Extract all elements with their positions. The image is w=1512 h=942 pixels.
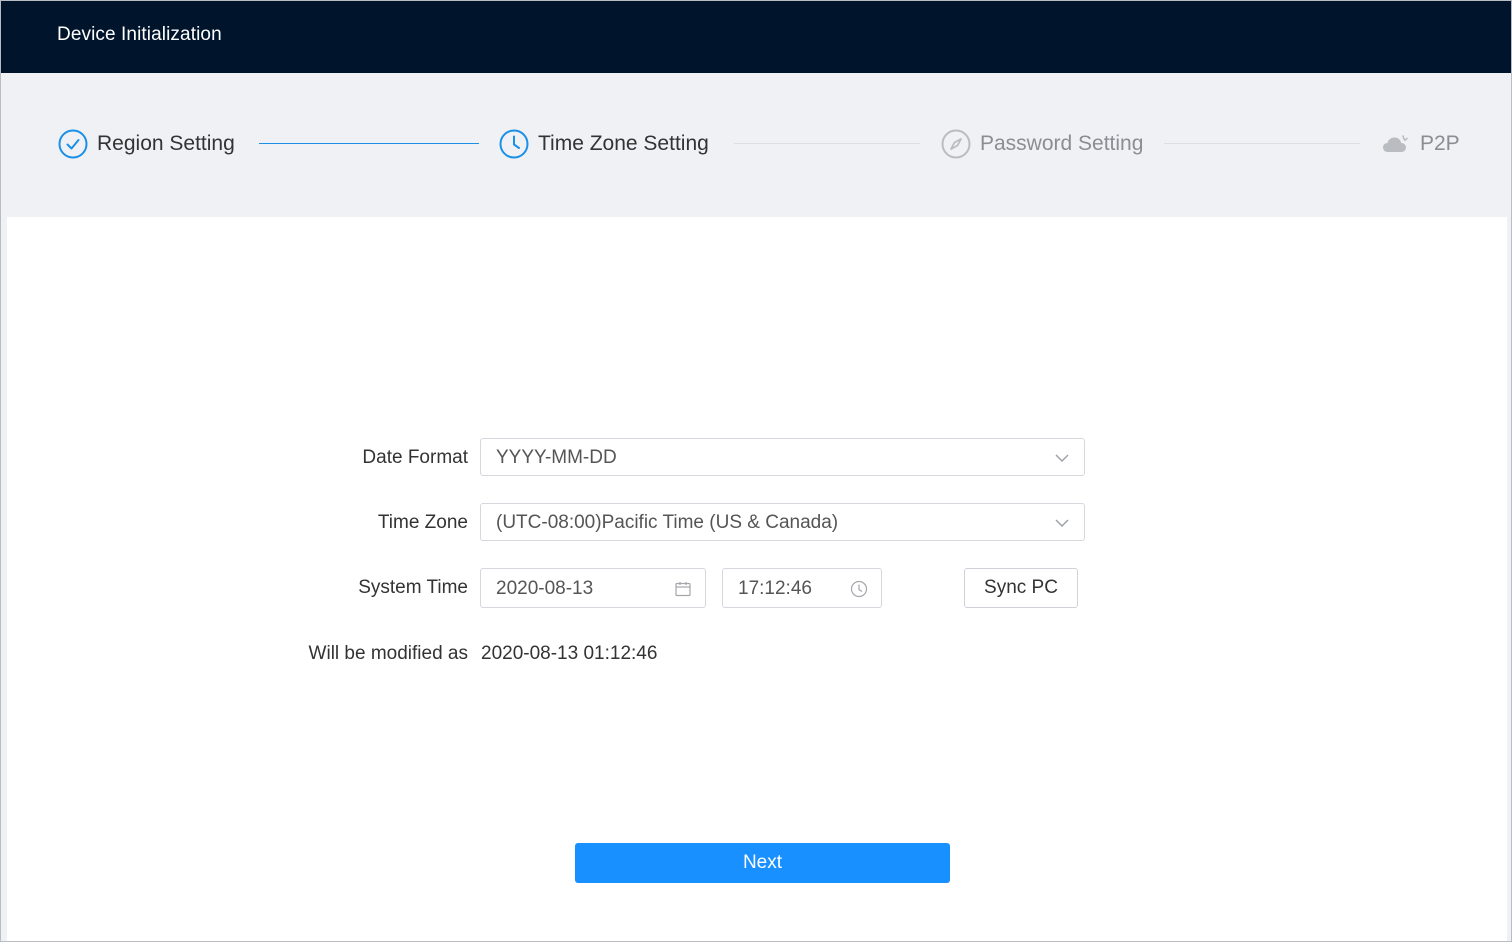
time-picker[interactable]: 17:12:46	[722, 568, 882, 608]
sync-pc-button[interactable]: Sync PC	[964, 568, 1078, 608]
app-window: Device Initialization Region Setting Tim…	[0, 0, 1512, 942]
date-format-row: Date Format YYYY-MM-DD	[7, 438, 1507, 478]
time-zone-value: (UTC-08:00)Pacific Time (US & Canada)	[496, 512, 839, 533]
clock-icon	[849, 579, 869, 599]
compass-icon	[940, 128, 972, 160]
chevron-down-icon	[1052, 448, 1072, 468]
time-picker-value: 17:12:46	[738, 578, 812, 599]
cloud-icon	[1380, 128, 1412, 160]
date-format-label: Date Format	[362, 447, 468, 468]
step-time-zone-setting: Time Zone Setting	[498, 128, 709, 160]
step-region-setting: Region Setting	[57, 128, 235, 160]
step-label: Password Setting	[980, 132, 1144, 155]
step-label: Time Zone Setting	[538, 132, 709, 155]
date-format-value: YYYY-MM-DD	[496, 447, 617, 468]
check-circle-icon	[57, 128, 89, 160]
modified-label: Will be modified as	[308, 643, 468, 664]
date-format-select[interactable]: YYYY-MM-DD	[480, 438, 1085, 476]
top-bar: Device Initialization	[1, 1, 1511, 73]
time-zone-label: Time Zone	[377, 512, 468, 533]
date-picker[interactable]: 2020-08-13	[480, 568, 706, 608]
app-title: Device Initialization	[57, 24, 222, 45]
step-label: Region Setting	[97, 132, 235, 155]
date-picker-value: 2020-08-13	[496, 578, 594, 599]
main-panel: Date Format YYYY-MM-DD Time Zone (UTC-08…	[7, 217, 1507, 941]
stepper: Region Setting Time Zone Setting Passwor…	[1, 73, 1511, 217]
step-connector	[259, 143, 479, 144]
step-connector	[1164, 143, 1360, 144]
step-connector	[734, 143, 920, 144]
system-time-row: System Time 2020-08-13 17:12:46 Sync PC	[7, 568, 1507, 608]
modified-value: 2020-08-13 01:12:46	[481, 643, 658, 664]
clock-icon	[498, 128, 530, 160]
time-zone-select[interactable]: (UTC-08:00)Pacific Time (US & Canada)	[480, 503, 1085, 541]
chevron-down-icon	[1052, 513, 1072, 533]
calendar-icon	[673, 579, 693, 599]
step-password-setting: Password Setting	[940, 128, 1143, 160]
system-time-label: System Time	[358, 577, 468, 598]
time-zone-row: Time Zone (UTC-08:00)Pacific Time (US & …	[7, 503, 1507, 543]
step-p2p: P2P	[1380, 128, 1460, 160]
next-button[interactable]: Next	[575, 843, 950, 883]
step-label: P2P	[1420, 132, 1460, 155]
modified-row: Will be modified as 2020-08-13 01:12:46	[7, 634, 1507, 674]
